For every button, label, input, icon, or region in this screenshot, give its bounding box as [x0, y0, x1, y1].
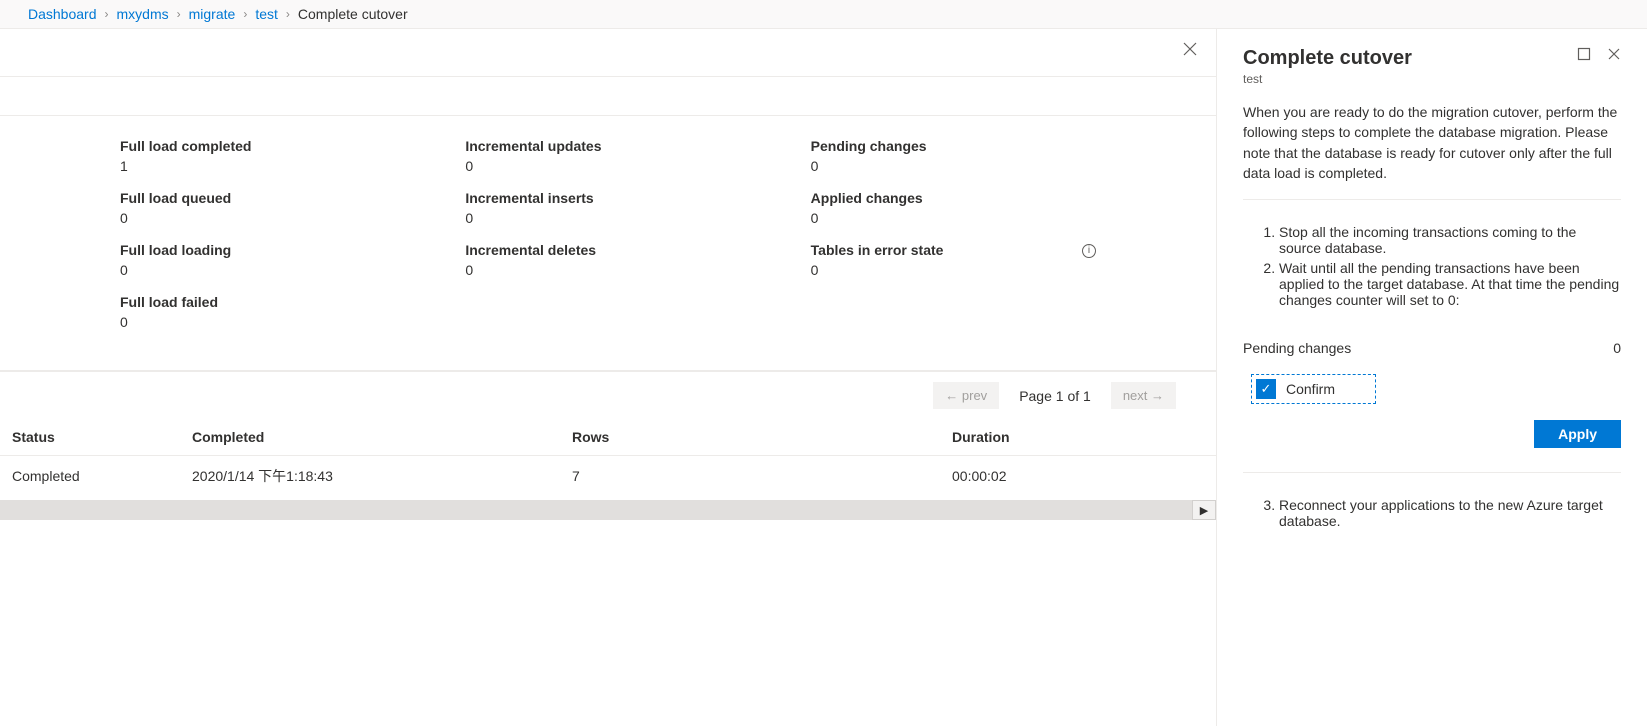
metric-incremental-updates: Incremental updates 0: [465, 138, 750, 174]
paging-bar: ← prev Page 1 of 1 next →: [0, 371, 1216, 419]
panel-steps-1-2: Stop all the incoming transactions comin…: [1243, 224, 1621, 312]
metric-value: 0: [120, 314, 405, 330]
metric-value: 0: [465, 262, 750, 278]
metric-value: 0: [811, 262, 1074, 278]
apply-button[interactable]: Apply: [1534, 420, 1621, 448]
panel-steps-3: Reconnect your applications to the new A…: [1243, 497, 1621, 533]
cell-duration: 00:00:02: [940, 456, 1216, 497]
metric-label: Incremental updates: [465, 138, 750, 154]
table-header-row: Status Completed Rows Duration: [0, 419, 1216, 456]
metric-incremental-inserts: Incremental inserts 0: [465, 190, 750, 226]
metric-label: Tables in error state: [811, 242, 1074, 258]
metric-applied-changes: Applied changes 0: [811, 190, 1096, 226]
metrics-grid: Full load completed 1 Full load queued 0…: [0, 115, 1216, 371]
horizontal-scrollbar[interactable]: ▶: [0, 500, 1216, 520]
metric-value: 0: [811, 158, 1096, 174]
breadcrumb-sep: ›: [105, 7, 109, 21]
metric-value: 0: [811, 210, 1096, 226]
panel-step-2: Wait until all the pending transactions …: [1279, 260, 1621, 308]
main-content: Full load completed 1 Full load queued 0…: [0, 29, 1217, 726]
breadcrumb-migrate[interactable]: migrate: [189, 6, 236, 22]
metric-full-load-failed: Full load failed 0: [120, 294, 405, 330]
metric-value: 0: [465, 158, 750, 174]
breadcrumb-sep: ›: [177, 7, 181, 21]
metric-pending-changes: Pending changes 0: [811, 138, 1096, 174]
panel-step-1: Stop all the incoming transactions comin…: [1279, 224, 1621, 256]
panel-pending-label: Pending changes: [1243, 340, 1351, 356]
info-icon[interactable]: i: [1082, 244, 1096, 258]
metric-full-load-completed: Full load completed 1: [120, 138, 405, 174]
cell-rows: 7: [560, 456, 940, 497]
page-indicator: Page 1 of 1: [1019, 388, 1091, 404]
col-rows[interactable]: Rows: [560, 419, 940, 456]
breadcrumb: Dashboard › mxydms › migrate › test › Co…: [0, 0, 1647, 29]
metric-value: 0: [120, 210, 405, 226]
metrics-col-3: Pending changes 0 Applied changes 0 Tabl…: [811, 138, 1096, 330]
confirm-label: Confirm: [1286, 381, 1335, 397]
breadcrumb-mxydms[interactable]: mxydms: [117, 6, 169, 22]
results-table-wrap: Status Completed Rows Duration Completed…: [0, 419, 1216, 520]
breadcrumb-current: Complete cutover: [298, 6, 408, 22]
metric-label: Full load failed: [120, 294, 405, 310]
divider: [1243, 199, 1621, 200]
panel-intro: When you are ready to do the migration c…: [1243, 102, 1621, 183]
maximize-icon[interactable]: [1577, 47, 1591, 64]
table-row[interactable]: Completed 2020/1/14 下午1:18:43 7 00:00:02: [0, 456, 1216, 497]
breadcrumb-sep: ›: [286, 7, 290, 21]
breadcrumb-test[interactable]: test: [255, 6, 278, 22]
metric-value: 1: [120, 158, 405, 174]
metric-value: 0: [120, 262, 405, 278]
toolbar-placeholder: [0, 29, 1216, 77]
next-button[interactable]: next →: [1111, 382, 1176, 409]
panel-subtitle: test: [1243, 72, 1412, 86]
metric-tables-error: Tables in error state 0 i: [811, 242, 1096, 278]
panel-title: Complete cutover: [1243, 47, 1412, 70]
col-status[interactable]: Status: [0, 419, 180, 456]
metrics-col-1: Full load completed 1 Full load queued 0…: [120, 138, 405, 330]
cell-completed: 2020/1/14 下午1:18:43: [180, 456, 560, 497]
metric-full-load-queued: Full load queued 0: [120, 190, 405, 226]
cell-status: Completed: [0, 456, 180, 497]
metric-label: Pending changes: [811, 138, 1096, 154]
confirm-checkbox-wrap[interactable]: ✓ Confirm: [1251, 374, 1376, 404]
cutover-panel: Complete cutover test When you are ready…: [1217, 29, 1647, 726]
metric-label: Incremental inserts: [465, 190, 750, 206]
metric-label: Incremental deletes: [465, 242, 750, 258]
panel-pending-value: 0: [1613, 340, 1621, 356]
checkmark-icon[interactable]: ✓: [1256, 379, 1276, 399]
metric-label: Full load queued: [120, 190, 405, 206]
metrics-col-2: Incremental updates 0 Incremental insert…: [465, 138, 750, 330]
metric-label: Full load loading: [120, 242, 405, 258]
results-table: Status Completed Rows Duration Completed…: [0, 419, 1216, 496]
divider: [1243, 472, 1621, 473]
scroll-right-icon[interactable]: ▶: [1192, 500, 1216, 520]
metric-label: Full load completed: [120, 138, 405, 154]
prev-button[interactable]: ← prev: [933, 382, 999, 409]
breadcrumb-dashboard[interactable]: Dashboard: [28, 6, 97, 22]
close-panel-icon[interactable]: [1607, 47, 1621, 64]
col-completed[interactable]: Completed: [180, 419, 560, 456]
panel-step-3: Reconnect your applications to the new A…: [1279, 497, 1621, 529]
metric-full-load-loading: Full load loading 0: [120, 242, 405, 278]
close-icon[interactable]: [1182, 41, 1198, 60]
panel-pending-row: Pending changes 0: [1243, 340, 1621, 356]
metric-label: Applied changes: [811, 190, 1096, 206]
metric-incremental-deletes: Incremental deletes 0: [465, 242, 750, 278]
metric-value: 0: [465, 210, 750, 226]
breadcrumb-sep: ›: [243, 7, 247, 21]
col-duration[interactable]: Duration: [940, 419, 1216, 456]
